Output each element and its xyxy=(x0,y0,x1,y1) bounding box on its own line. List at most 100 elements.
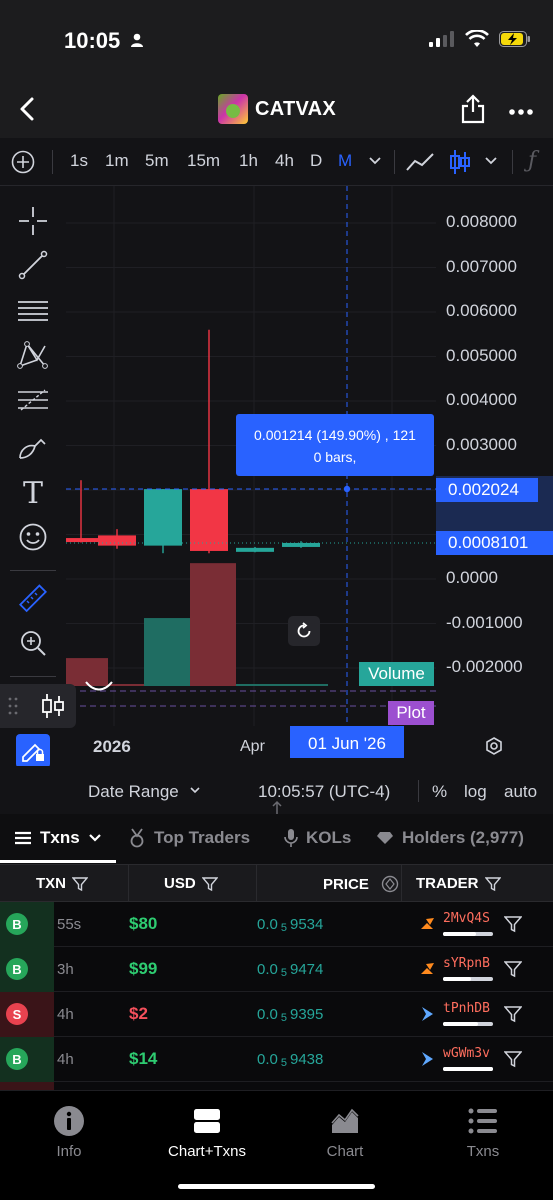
txn-side-badge: B xyxy=(6,958,28,980)
fib-retracement-icon[interactable] xyxy=(16,384,50,418)
back-button[interactable] xyxy=(14,94,44,124)
more-button[interactable] xyxy=(508,104,534,115)
volume-bar xyxy=(236,684,282,686)
txn-usd: $14 xyxy=(129,1049,158,1068)
timezone-clock[interactable]: 10:05:57 (UTC-4) xyxy=(258,782,390,802)
nav-txns-label: Txns xyxy=(466,1143,500,1160)
pattern-tool-icon[interactable] xyxy=(16,338,50,372)
zoom-in-icon[interactable] xyxy=(16,626,50,660)
line-chart-type-icon[interactable] xyxy=(405,150,435,179)
nav-chart[interactable]: Chart xyxy=(290,1105,400,1160)
percent-scale-toggle[interactable]: % xyxy=(432,782,447,802)
emoji-icon[interactable] xyxy=(16,520,50,554)
chevron-down-icon[interactable] xyxy=(484,154,498,173)
auto-scale-toggle[interactable]: auto xyxy=(504,782,537,802)
timeframe-1h[interactable]: 1h xyxy=(239,151,258,171)
price-zero-count: 5 xyxy=(280,1012,287,1024)
status-bar: 10:05 xyxy=(0,0,553,80)
timeframe-5m[interactable]: 5m xyxy=(145,151,169,171)
lock-drawing-button[interactable] xyxy=(16,734,50,768)
table-row[interactable]: B 3h $99 0.0 5 9474 sYRpnB xyxy=(0,947,553,992)
crosshair-point xyxy=(343,485,351,493)
ruler-icon[interactable] xyxy=(16,582,50,616)
price-digits: 9395 xyxy=(289,1006,324,1023)
text-tool-icon[interactable]: T xyxy=(16,476,50,511)
price-scale-label: 0.005000 xyxy=(446,345,517,365)
log-scale-toggle[interactable]: log xyxy=(464,782,487,802)
candles-chart-type-icon[interactable] xyxy=(448,148,472,181)
tab-holders-label: Holders (2,977) xyxy=(402,828,524,847)
tab-holders[interactable]: Holders (2,977) xyxy=(376,828,524,848)
crosshair-icon[interactable] xyxy=(16,204,50,238)
filter-icon[interactable] xyxy=(504,960,522,978)
diamond-icon xyxy=(377,832,393,844)
trader-address[interactable]: wGWm3v xyxy=(443,1046,490,1061)
toggle-currency-icon xyxy=(381,875,399,893)
col-trader[interactable]: TRADER xyxy=(416,875,501,892)
trader-address[interactable]: sYRpnB xyxy=(443,956,490,971)
chevron-down-icon[interactable] xyxy=(368,154,382,173)
home-indicator xyxy=(178,1184,375,1189)
nav-chart-txns-label: Chart+Txns xyxy=(168,1143,246,1160)
split-view-icon xyxy=(194,1109,220,1133)
txn-side-badge: S xyxy=(6,1003,28,1025)
floating-drawing-widget[interactable] xyxy=(0,684,76,728)
price-scale-label: 0.003000 xyxy=(446,434,517,454)
nav-txns[interactable]: Txns xyxy=(428,1105,538,1160)
time-scale[interactable]: 2026 Apr 01 Jun '26 xyxy=(66,726,553,766)
timeframe-1m[interactable]: 1m xyxy=(105,151,129,171)
price-prefix: 0.0 xyxy=(257,1051,278,1068)
candle-body xyxy=(98,535,136,546)
refresh-icon xyxy=(297,622,311,638)
price-scale[interactable]: 0.008000 0.007000 0.006000 0.005000 0.004000… xyxy=(434,186,553,726)
timeframe-d[interactable]: D xyxy=(310,151,322,171)
tabs-bar: Txns Top Traders KOLs Holders (2,977) xyxy=(0,814,553,864)
nav-chart-txns[interactable]: Chart+Txns xyxy=(152,1105,262,1160)
nav-info[interactable]: Info xyxy=(14,1105,124,1160)
trader-address[interactable]: 2MvQ4S xyxy=(443,911,490,926)
col-usd-label: USD xyxy=(164,875,196,892)
tab-top-traders[interactable]: Top Traders xyxy=(128,828,250,848)
tab-txns-label: Txns xyxy=(40,828,80,847)
tab-txns[interactable]: Txns xyxy=(14,828,102,848)
filter-icon[interactable] xyxy=(504,1050,522,1068)
col-usd[interactable]: USD xyxy=(164,875,218,892)
chevron-down-icon xyxy=(88,834,101,842)
timeframe-1s[interactable]: 1s xyxy=(70,151,88,171)
chart-panel[interactable]: 0.008000 0.007000 0.006000 0.005000 0.004000… xyxy=(66,186,553,766)
candle-body xyxy=(66,538,100,543)
settings-icon[interactable] xyxy=(484,736,504,761)
brush-icon[interactable] xyxy=(16,430,50,464)
tab-top-traders-label: Top Traders xyxy=(154,828,251,847)
horizontal-lines-icon[interactable] xyxy=(16,294,50,328)
date-range-button[interactable]: Date Range xyxy=(88,782,201,802)
filter-icon[interactable] xyxy=(504,915,522,933)
table-row[interactable]: S 4h $2 0.0 5 9395 tPnhDB xyxy=(0,992,553,1037)
battery-charging-icon xyxy=(499,31,531,52)
plus-circle-icon xyxy=(11,150,35,174)
timeframe-4h[interactable]: 4h xyxy=(275,151,294,171)
time-label-month: Apr xyxy=(240,738,265,755)
add-indicator-button[interactable] xyxy=(11,150,35,174)
tab-kols[interactable]: KOLs xyxy=(284,828,351,848)
volume-bar xyxy=(144,618,190,686)
token-header[interactable]: CATVAX xyxy=(218,94,336,124)
price-scale-label: 0.004000 xyxy=(446,390,517,409)
txn-usd: $2 xyxy=(129,1004,148,1023)
function-icon[interactable]: ƒ xyxy=(528,148,536,173)
table-row[interactable]: B 55s $80 0.0 5 9534 2MvQ4S xyxy=(0,902,553,947)
timeframe-m[interactable]: M xyxy=(338,151,352,171)
col-price[interactable]: PRICE xyxy=(323,875,399,893)
bird-icon xyxy=(422,1052,433,1066)
col-txn[interactable]: TXN xyxy=(36,875,88,892)
trend-line-icon[interactable] xyxy=(16,248,50,282)
reset-chart-button[interactable] xyxy=(288,616,320,646)
filter-icon[interactable] xyxy=(504,1005,522,1023)
price-scale-label: 0.006000 xyxy=(446,301,517,320)
timeframe-15m[interactable]: 15m xyxy=(187,151,220,171)
share-button[interactable] xyxy=(460,94,486,124)
trader-address[interactable]: tPnhDB xyxy=(443,1001,490,1016)
table-row[interactable]: B 4h $14 0.0 5 9438 wGWm3v xyxy=(0,1037,553,1082)
volume-bar xyxy=(98,684,144,686)
price-scale-label: 0.008000 xyxy=(446,212,517,231)
